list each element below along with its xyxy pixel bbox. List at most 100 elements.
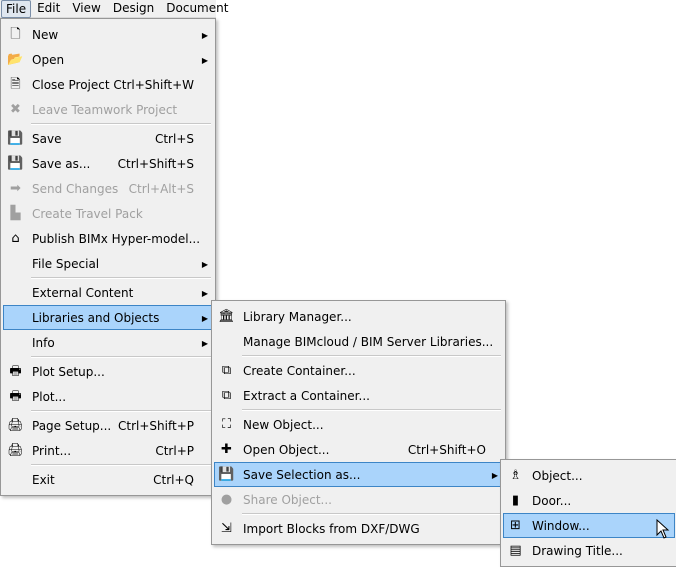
menu-item-file-special[interactable]: File Special ▶	[3, 251, 213, 276]
menu-item-label: Print...	[32, 444, 72, 458]
menu-item-door[interactable]: ▮ Door...	[503, 488, 675, 513]
menu-item-plot[interactable]: 🖶 Plot...	[3, 384, 213, 409]
menu-item-label: Close Project	[32, 78, 110, 92]
menu-item-label: Plot...	[32, 390, 67, 404]
menu-item-label: Save	[32, 132, 62, 146]
file-menu: 🗋 New ▶ 📂 Open ▶ 🗎 Close Project Ctrl+Shift+W ✖ Le…	[0, 18, 216, 496]
object-chair-icon: ♗	[509, 468, 522, 483]
menu-item-print[interactable]: 🖨 Print... Ctrl+P	[3, 438, 213, 463]
extract-container-icon: ⧉	[221, 388, 232, 403]
menu-item-drawing-title[interactable]: ▤ Drawing Title...	[503, 538, 675, 563]
close-project-icon: 🗎	[10, 77, 21, 92]
menu-item-label: Leave Teamwork Project	[32, 103, 178, 117]
new-document-icon: 🗋	[10, 27, 21, 42]
menu-item-label: Drawing Title...	[532, 544, 623, 558]
menu-item-extract-a-container[interactable]: ⧉ Extract a Container...	[214, 383, 503, 408]
menu-item-window[interactable]: ⊞ Window...	[503, 513, 675, 538]
menu-item-open[interactable]: 📂 Open ▶	[3, 47, 213, 72]
menu-item-label: File Special	[32, 257, 100, 271]
submenu-arrow-icon: ▶	[201, 289, 208, 298]
shortcut-label: Ctrl+P	[155, 444, 194, 458]
menu-item-label: Publish BIMx Hyper-model...	[32, 232, 201, 246]
menu-item-label: Library Manager...	[243, 310, 352, 324]
door-icon: ▮	[511, 493, 520, 508]
menu-item-label: Page Setup...	[32, 419, 112, 433]
menu-item-object[interactable]: ♗ Object...	[503, 463, 675, 488]
shortcut-label: Ctrl+Shift+W	[113, 78, 194, 92]
menu-item-new-object[interactable]: ⛶ New Object...	[214, 412, 503, 437]
menu-item-share-object[interactable]: ● Share Object...	[214, 487, 503, 512]
plot-setup-icon: 🖶	[9, 364, 22, 379]
menu-item-external-content[interactable]: External Content ▶	[3, 280, 213, 305]
mouse-cursor-icon	[656, 519, 670, 539]
send-changes-icon: ➡	[10, 181, 21, 196]
menu-item-label: Extract a Container...	[243, 389, 370, 403]
menu-item-close-project[interactable]: 🗎 Close Project Ctrl+Shift+W	[3, 72, 213, 97]
menu-item-label: Manage BIMcloud / BIM Server Libraries..…	[243, 335, 494, 349]
menu-item-save[interactable]: 💾 Save Ctrl+S	[3, 126, 213, 151]
menu-document[interactable]: Document	[160, 0, 234, 18]
menu-item-info[interactable]: Info ▶	[3, 330, 213, 355]
shortcut-label: Ctrl+Q	[153, 473, 194, 487]
libraries-and-objects-submenu: 🏛 Library Manager... Manage BIMcloud / BIM…	[211, 300, 506, 545]
shortcut-label: Ctrl+Alt+S	[128, 182, 194, 196]
menu-item-label: Create Travel Pack	[32, 207, 143, 221]
page-setup-icon: 🖨	[7, 418, 24, 433]
travel-pack-icon: ▙	[10, 206, 21, 221]
menu-item-library-manager[interactable]: 🏛 Library Manager...	[214, 304, 503, 329]
menu-item-label: Open Object...	[243, 443, 330, 457]
menu-item-label: Send Changes	[32, 182, 119, 196]
menu-item-label: Window...	[532, 519, 590, 533]
menu-item-exit[interactable]: Exit Ctrl+Q	[3, 467, 213, 492]
new-object-icon: ⛶	[221, 417, 232, 432]
submenu-arrow-icon: ▶	[201, 339, 208, 348]
menu-item-save-selection-as[interactable]: 💾 Save Selection as... ▶	[214, 462, 503, 487]
save-selection-submenu: ♗ Object... ▮ Door... ⊞ Window... ▤ Drawing Tit…	[500, 459, 676, 567]
menu-file[interactable]: File	[1, 0, 32, 18]
save-selection-icon: 💾	[218, 467, 235, 482]
menu-item-label: Exit	[32, 473, 55, 487]
menu-item-create-container[interactable]: ⧉ Create Container...	[214, 358, 503, 383]
menu-item-label: New Object...	[243, 418, 324, 432]
menu-view[interactable]: View	[66, 0, 106, 18]
print-icon: 🖨	[7, 443, 24, 458]
menu-item-import-blocks-from-dxf-dwg[interactable]: ⇲ Import Blocks from DXF/DWG	[214, 516, 503, 541]
menu-item-send-changes[interactable]: ➡ Send Changes Ctrl+Alt+S	[3, 176, 213, 201]
menu-item-label: Object...	[532, 469, 583, 483]
menu-item-page-setup[interactable]: 🖨 Page Setup... Ctrl+Shift+P	[3, 413, 213, 438]
publish-bimx-icon: ⌂	[11, 231, 20, 246]
menu-item-label: Share Object...	[243, 493, 332, 507]
submenu-arrow-icon: ▶	[201, 56, 208, 65]
menu-item-label: Open	[32, 53, 65, 67]
submenu-arrow-icon: ▶	[201, 314, 208, 323]
menu-item-create-travel-pack[interactable]: ▙ Create Travel Pack	[3, 201, 213, 226]
menu-bar: File Edit View Design Document	[0, 0, 228, 18]
menu-item-open-object[interactable]: ✚ Open Object... Ctrl+Shift+O	[214, 437, 503, 462]
menu-item-label: Door...	[532, 494, 572, 508]
menu-item-libraries-and-objects[interactable]: Libraries and Objects ▶	[3, 305, 213, 330]
menu-edit[interactable]: Edit	[31, 0, 66, 18]
menu-design[interactable]: Design	[107, 0, 160, 18]
menu-item-label: External Content	[32, 286, 134, 300]
menu-item-save-as[interactable]: 💾 Save as... Ctrl+Shift+S	[3, 151, 213, 176]
menu-item-label: Import Blocks from DXF/DWG	[243, 522, 420, 536]
menu-item-leave-teamwork-project[interactable]: ✖ Leave Teamwork Project	[3, 97, 213, 122]
menu-item-plot-setup[interactable]: 🖶 Plot Setup...	[3, 359, 213, 384]
menu-item-label: New	[32, 28, 59, 42]
submenu-arrow-icon: ▶	[491, 471, 498, 480]
window-icon: ⊞	[510, 518, 521, 533]
menu-item-new[interactable]: 🗋 New ▶	[3, 22, 213, 47]
open-folder-icon: 📂	[7, 52, 24, 67]
menu-item-manage-bimcloud-bim-server-libraries[interactable]: Manage BIMcloud / BIM Server Libraries..…	[214, 329, 503, 354]
leave-teamwork-icon: ✖	[10, 102, 21, 117]
import-blocks-icon: ⇲	[221, 521, 232, 536]
menu-item-label: Info	[32, 336, 55, 350]
save-as-icon: 💾	[7, 156, 24, 171]
open-object-icon: ✚	[221, 442, 232, 457]
menu-item-label: Libraries and Objects	[32, 311, 160, 325]
share-object-icon: ●	[220, 492, 233, 507]
create-container-icon: ⧉	[221, 363, 232, 378]
menu-item-publish-bimx-hyper-model[interactable]: ⌂ Publish BIMx Hyper-model...	[3, 226, 213, 251]
submenu-arrow-icon: ▶	[201, 31, 208, 40]
menu-item-label: Save as...	[32, 157, 91, 171]
